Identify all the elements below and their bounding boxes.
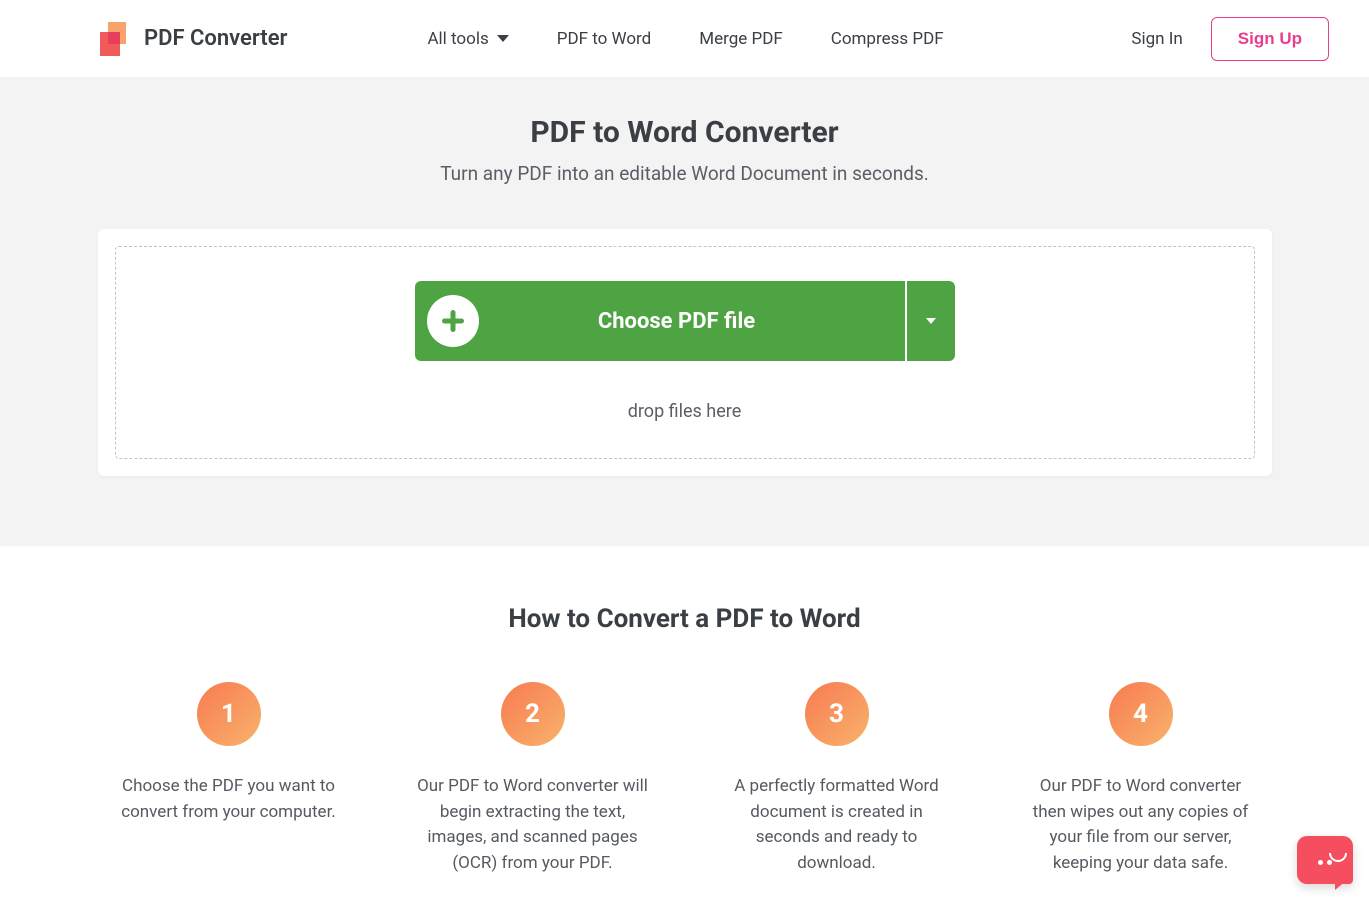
- upload-card: Choose PDF file drop files here: [98, 229, 1272, 476]
- nav-merge-pdf[interactable]: Merge PDF: [699, 29, 783, 49]
- sign-in-link[interactable]: Sign In: [1131, 29, 1182, 49]
- sign-up-button[interactable]: Sign Up: [1211, 17, 1329, 61]
- chevron-down-icon: [926, 318, 936, 324]
- step-text: Our PDF to Word converter then wipes out…: [1025, 774, 1257, 876]
- plus-icon: [427, 295, 479, 347]
- choose-file-dropdown[interactable]: [907, 281, 955, 361]
- step-text: A perfectly formatted Word document is c…: [721, 774, 953, 876]
- choose-file-group: Choose PDF file: [415, 281, 955, 361]
- step-1: 1 Choose the PDF you want to convert fro…: [113, 682, 345, 876]
- nav-compress-pdf[interactable]: Compress PDF: [831, 29, 944, 49]
- step-3: 3 A perfectly formatted Word document is…: [721, 682, 953, 876]
- step-badge: 2: [501, 682, 565, 746]
- logo[interactable]: PDF Converter: [100, 22, 287, 56]
- chevron-down-icon: [497, 35, 509, 42]
- hero-section: PDF to Word Converter Turn any PDF into …: [0, 77, 1369, 546]
- logo-icon: [100, 22, 132, 56]
- step-badge: 3: [805, 682, 869, 746]
- drop-zone[interactable]: Choose PDF file drop files here: [115, 246, 1255, 459]
- auth-area: Sign In Sign Up: [1131, 17, 1329, 61]
- step-text: Choose the PDF you want to convert from …: [113, 774, 345, 825]
- site-header: PDF Converter All tools PDF to Word Merg…: [0, 0, 1369, 77]
- page-title: PDF to Word Converter: [0, 115, 1369, 150]
- step-text: Our PDF to Word converter will begin ext…: [417, 774, 649, 876]
- nav-all-tools-label: All tools: [427, 29, 488, 49]
- steps-row: 1 Choose the PDF you want to convert fro…: [0, 682, 1369, 876]
- step-4: 4 Our PDF to Word converter then wipes o…: [1025, 682, 1257, 876]
- logo-text: PDF Converter: [144, 26, 287, 51]
- nav-all-tools[interactable]: All tools: [427, 29, 508, 49]
- step-2: 2 Our PDF to Word converter will begin e…: [417, 682, 649, 876]
- drop-hint: drop files here: [628, 401, 742, 422]
- chat-widget-button[interactable]: [1297, 836, 1353, 884]
- step-badge: 1: [197, 682, 261, 746]
- howto-title: How to Convert a PDF to Word: [0, 604, 1369, 634]
- nav-pdf-to-word[interactable]: PDF to Word: [557, 29, 652, 49]
- howto-section: How to Convert a PDF to Word 1 Choose th…: [0, 546, 1369, 916]
- page-subtitle: Turn any PDF into an editable Word Docum…: [0, 162, 1369, 185]
- primary-nav: All tools PDF to Word Merge PDF Compress…: [427, 29, 943, 49]
- choose-file-label: Choose PDF file: [479, 309, 905, 334]
- choose-file-button[interactable]: Choose PDF file: [415, 281, 905, 361]
- step-badge: 4: [1109, 682, 1173, 746]
